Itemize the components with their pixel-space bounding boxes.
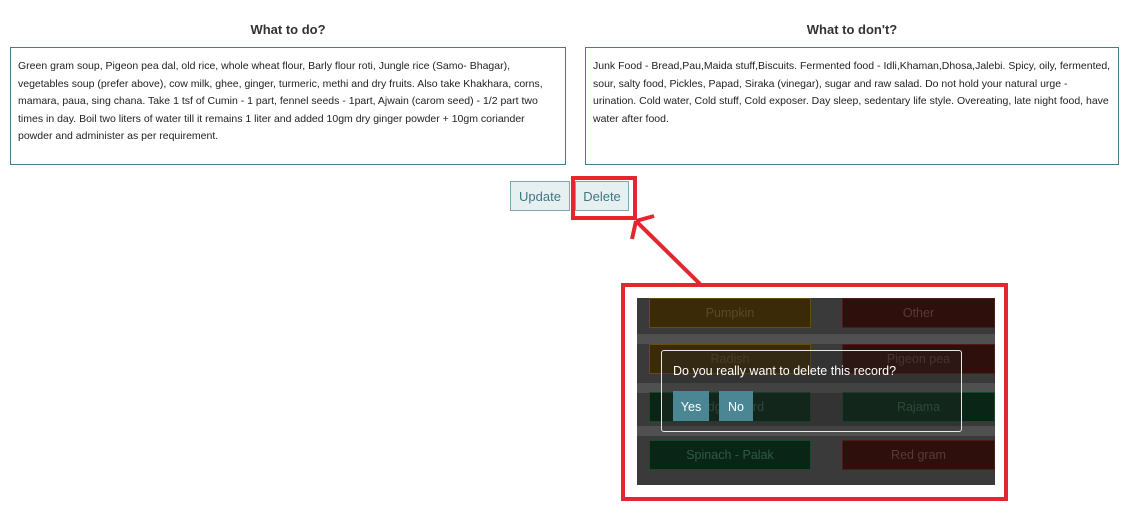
- preview-highlight-box: [621, 283, 1008, 501]
